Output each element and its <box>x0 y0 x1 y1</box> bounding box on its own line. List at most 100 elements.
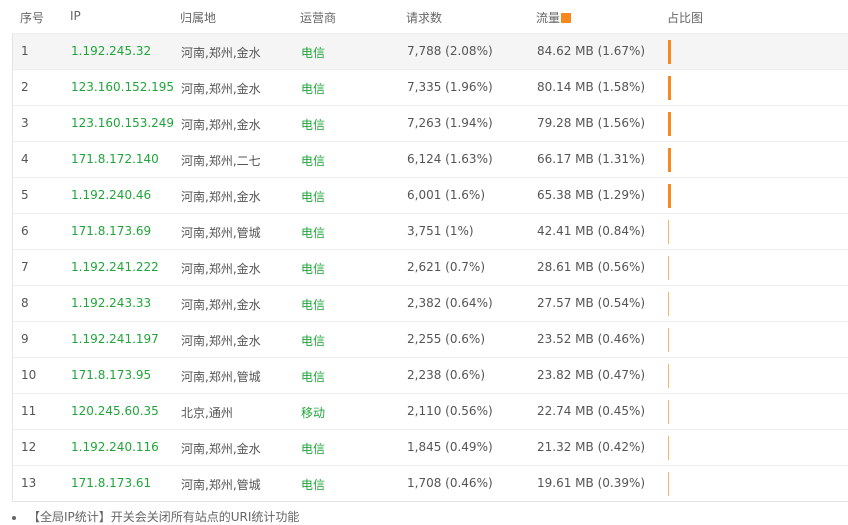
row-requests: 6,124 (1.63%) <box>407 152 493 166</box>
row-traffic: 80.14 MB (1.58%) <box>537 80 646 94</box>
row-ip[interactable]: 1.192.245.32 <box>71 44 151 58</box>
table-row: 7 1.192.241.222 河南,郑州,金水 电信 2,621 (0.7%) 28.6… <box>13 250 848 286</box>
row-location: 河南,郑州,金水 <box>181 190 261 204</box>
row-isp: 电信 <box>301 442 326 456</box>
share-bar <box>668 220 669 244</box>
ip-stats-table: 序号 IP 归属地 运营商 请求数 流量 占比图 1 1.192.245.32 河南… <box>12 0 848 502</box>
row-index: 10 <box>21 368 37 382</box>
row-ip[interactable]: 171.8.173.69 <box>71 224 151 238</box>
row-location: 河南,郑州,金水 <box>181 82 261 96</box>
table-row: 3 123.160.153.249 河南,郑州,金水 电信 7,263 (1.94%) 7… <box>13 106 848 142</box>
row-index: 3 <box>21 116 29 130</box>
row-location: 河南,郑州,金水 <box>181 442 261 456</box>
row-requests: 2,382 (0.64%) <box>407 296 493 310</box>
row-location: 河南,郑州,金水 <box>181 46 261 60</box>
table-row: 12 1.192.240.116 河南,郑州,金水 电信 1,845 (0.49%) 21… <box>13 430 848 466</box>
row-index: 12 <box>21 440 37 454</box>
share-bar <box>668 400 669 424</box>
row-location: 河南,郑州,管城 <box>181 370 261 384</box>
row-isp: 移动 <box>301 406 326 420</box>
row-ip[interactable]: 123.160.153.249 <box>71 116 174 130</box>
row-isp: 电信 <box>301 154 326 168</box>
row-ip[interactable]: 171.8.172.140 <box>71 152 159 166</box>
row-ip[interactable]: 120.245.60.35 <box>71 404 159 418</box>
table-header: 序号 IP 归属地 运营商 请求数 流量 占比图 <box>12 0 848 34</box>
share-bar <box>668 364 669 388</box>
row-ip[interactable]: 1.192.241.222 <box>71 260 159 274</box>
row-index: 4 <box>21 152 29 166</box>
row-ip[interactable]: 1.192.241.197 <box>71 332 159 346</box>
share-bar <box>668 184 671 208</box>
table-row: 1 1.192.245.32 河南,郑州,金水 电信 7,788 (2.08%) 84.6… <box>13 34 848 70</box>
row-index: 5 <box>21 188 29 202</box>
share-bar <box>668 148 671 172</box>
row-traffic: 21.32 MB (0.42%) <box>537 440 646 454</box>
row-requests: 1,708 (0.46%) <box>407 476 493 490</box>
row-index: 2 <box>21 80 29 94</box>
row-traffic: 28.61 MB (0.56%) <box>537 260 646 274</box>
row-ip[interactable]: 123.160.152.195 <box>71 80 174 94</box>
header-ip: IP <box>70 9 81 23</box>
row-ip[interactable]: 1.192.240.46 <box>71 188 151 202</box>
header-isp: 运营商 <box>300 11 337 25</box>
row-location: 河南,郑州,金水 <box>181 118 261 132</box>
row-isp: 电信 <box>301 334 326 348</box>
row-index: 13 <box>21 476 37 490</box>
row-ip[interactable]: 171.8.173.95 <box>71 368 151 382</box>
row-location: 河南,郑州,金水 <box>181 262 261 276</box>
row-location: 河南,郑州,管城 <box>181 226 261 240</box>
row-traffic: 23.52 MB (0.46%) <box>537 332 646 346</box>
row-location: 北京,通州 <box>181 406 233 420</box>
row-requests: 2,238 (0.6%) <box>407 368 486 382</box>
row-requests: 7,788 (2.08%) <box>407 44 493 58</box>
row-ip[interactable]: 1.192.243.33 <box>71 296 151 310</box>
header-index: 序号 <box>20 11 45 25</box>
row-requests: 1,845 (0.49%) <box>407 440 493 454</box>
row-index: 9 <box>21 332 29 346</box>
table-row: 5 1.192.240.46 河南,郑州,金水 电信 6,001 (1.6%) 65.38… <box>13 178 848 214</box>
share-bar <box>668 112 671 136</box>
row-traffic: 42.41 MB (0.84%) <box>537 224 646 238</box>
share-bar <box>668 40 671 64</box>
share-bar <box>668 472 669 496</box>
row-traffic: 27.57 MB (0.54%) <box>537 296 646 310</box>
row-isp: 电信 <box>301 118 326 132</box>
row-requests: 3,751 (1%) <box>407 224 474 238</box>
footer-note-text: 【全局IP统计】开关会关闭所有站点的URI统计功能 <box>28 510 300 524</box>
row-location: 河南,郑州,金水 <box>181 298 261 312</box>
row-location: 河南,郑州,管城 <box>181 478 261 492</box>
row-index: 6 <box>21 224 29 238</box>
table-row: 2 123.160.152.195 河南,郑州,金水 电信 7,335 (1.96%) 8… <box>13 70 848 106</box>
row-isp: 电信 <box>301 370 326 384</box>
row-requests: 7,335 (1.96%) <box>407 80 493 94</box>
row-index: 7 <box>21 260 29 274</box>
table-row: 10 171.8.173.95 河南,郑州,管城 电信 2,238 (0.6%) 23.8… <box>13 358 848 394</box>
row-index: 1 <box>21 44 29 58</box>
row-index: 8 <box>21 296 29 310</box>
row-isp: 电信 <box>301 82 326 96</box>
row-traffic: 19.61 MB (0.39%) <box>537 476 646 490</box>
row-isp: 电信 <box>301 298 326 312</box>
row-isp: 电信 <box>301 190 326 204</box>
row-requests: 2,110 (0.56%) <box>407 404 493 418</box>
row-traffic: 66.17 MB (1.31%) <box>537 152 646 166</box>
header-traffic-sort[interactable]: 流量 <box>536 9 572 26</box>
row-isp: 电信 <box>301 226 326 240</box>
row-traffic: 23.82 MB (0.47%) <box>537 368 646 382</box>
share-bar <box>668 292 669 316</box>
header-requests[interactable]: 请求数 <box>406 9 442 26</box>
row-traffic: 22.74 MB (0.45%) <box>537 404 646 418</box>
row-ip[interactable]: 171.8.173.61 <box>71 476 151 490</box>
row-ip[interactable]: 1.192.240.116 <box>71 440 159 454</box>
row-isp: 电信 <box>301 262 326 276</box>
row-requests: 2,621 (0.7%) <box>407 260 486 274</box>
share-bar <box>668 76 671 100</box>
row-index: 11 <box>21 404 37 418</box>
table-row: 8 1.192.243.33 河南,郑州,金水 电信 2,382 (0.64%) 27.5… <box>13 286 848 322</box>
table-row: 13 171.8.173.61 河南,郑州,管城 电信 1,708 (0.46%) 19.… <box>13 466 848 501</box>
sort-icon[interactable] <box>561 13 572 23</box>
table-row: 6 171.8.173.69 河南,郑州,管城 电信 3,751 (1%) 42.41 M… <box>13 214 848 250</box>
row-requests: 6,001 (1.6%) <box>407 188 486 202</box>
row-requests: 2,255 (0.6%) <box>407 332 486 346</box>
table-row: 4 171.8.172.140 河南,郑州,二七 电信 6,124 (1.63%) 66.… <box>13 142 848 178</box>
